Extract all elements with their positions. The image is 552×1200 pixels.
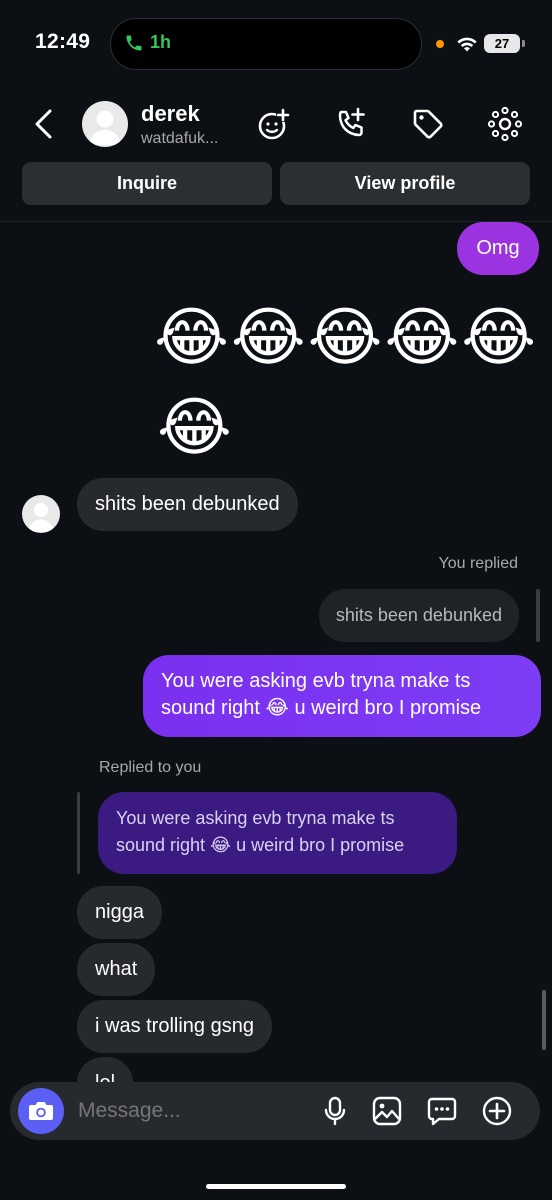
message-line: You were asking evb tryna make ts	[161, 670, 471, 692]
plus-circle-icon[interactable]	[481, 1095, 513, 1127]
emoji-message-single[interactable]: 😂	[157, 392, 232, 462]
call-indicator[interactable]: 1h	[124, 32, 171, 53]
you-replied-label: You replied	[438, 555, 518, 572]
phone-plus-icon[interactable]	[333, 106, 369, 142]
dots-grid-icon[interactable]	[487, 106, 523, 142]
message-bubble-incoming[interactable]: shits been debunked	[77, 478, 298, 531]
message-line: sound right 😂 u weird bro I promise	[116, 835, 405, 855]
wifi-icon	[457, 37, 477, 52]
microphone-icon[interactable]	[319, 1095, 351, 1127]
gallery-icon[interactable]	[371, 1095, 403, 1127]
quoted-message[interactable]: shits been debunked	[318, 589, 519, 642]
scrollbar-thumb[interactable]	[542, 990, 546, 1050]
reply-indicator-bar	[77, 792, 80, 874]
message-bubble-incoming[interactable]: what	[77, 943, 156, 996]
contact-avatar[interactable]	[82, 101, 128, 147]
status-time: 12:49	[35, 30, 91, 53]
privacy-dot	[436, 40, 444, 48]
inquire-button[interactable]: Inquire	[22, 162, 272, 205]
camera-icon	[29, 1102, 53, 1120]
message-line: You were asking evb tryna make ts	[116, 808, 395, 828]
replied-to-you-label: Replied to you	[99, 759, 202, 776]
view-profile-button[interactable]: View profile	[280, 162, 530, 205]
message-bubble-incoming[interactable]: i was trolling gsng	[77, 1000, 272, 1053]
reply-indicator-bar	[536, 589, 540, 642]
message-input[interactable]	[78, 1099, 298, 1123]
header-divider	[0, 221, 552, 222]
chat-bubble-icon[interactable]	[426, 1095, 458, 1127]
tag-icon[interactable]	[410, 106, 446, 142]
camera-button[interactable]	[18, 1088, 64, 1134]
quoted-message[interactable]: You were asking evb tryna make ts sound …	[98, 792, 457, 874]
message-bubble-outgoing[interactable]: Omg	[457, 222, 539, 275]
call-duration: 1h	[150, 32, 172, 52]
home-indicator[interactable]	[206, 1184, 346, 1189]
message-line: sound right 😂 u weird bro I promise	[161, 697, 482, 719]
phone-icon	[126, 35, 142, 50]
emoji-message-row[interactable]: 😂😂😂😂😂	[154, 302, 538, 372]
battery-tip	[522, 40, 525, 47]
message-bubble-incoming[interactable]: nigga	[77, 886, 162, 939]
sender-avatar[interactable]	[22, 495, 60, 533]
face-plus-icon[interactable]	[256, 106, 292, 142]
back-chevron-icon[interactable]	[30, 108, 58, 140]
message-bubble-outgoing[interactable]: You were asking evb tryna make ts sound …	[143, 655, 541, 737]
battery-indicator: 27	[484, 34, 520, 53]
contact-handle[interactable]: watdafuk...	[141, 130, 218, 148]
contact-name[interactable]: derek	[141, 101, 200, 127]
